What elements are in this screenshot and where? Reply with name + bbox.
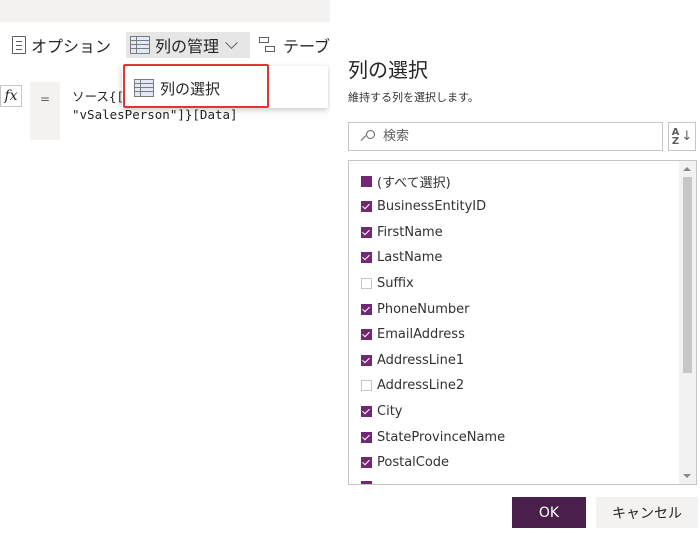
search-box [348,122,663,151]
sort-button[interactable]: A Z ↓ [668,122,696,151]
list-item[interactable]: Suffix [361,273,414,293]
ok-button[interactable]: OK [512,497,586,528]
list-item[interactable]: PostalCode [361,453,449,473]
sort-bottom-label: Z [671,135,680,147]
checkbox-checked-icon[interactable] [361,431,372,443]
scroll-up-icon[interactable] [683,167,691,171]
sort-az-icon: A Z [671,127,680,147]
menu-item-label: 列の選択 [160,79,221,98]
scrollbar-thumb[interactable] [683,177,692,373]
formula-equals: = [30,82,60,140]
checkbox-checked-icon[interactable] [361,354,372,366]
checkbox-checked-icon[interactable] [361,329,372,341]
list-item[interactable]: City [361,401,402,421]
dialog-title: 列の選択 [348,58,428,82]
arrow-down-icon: ↓ [681,129,693,144]
list-item-label: EmailAddress [377,327,465,343]
equals-label: = [39,92,51,106]
list-item[interactable]: EmailAddress [361,325,465,345]
column-list: (すべて選択) BusinessEntityID FirstName LastName… [348,160,697,485]
list-item-label: StateProvinceName [377,429,506,445]
list-item[interactable]: FirstName [361,222,443,242]
choose-columns-dialog: 列の選択 維持する列を選択します。 A Z ↓ (すべて選択) BusinessE… [330,0,700,533]
manage-columns-button[interactable]: 列の管理 [126,32,250,58]
list-item[interactable]: BusinessEntityID [361,197,486,217]
list-item-label: FirstName [377,224,443,240]
formula-line-2: "vSalesPerson"]}[Data] [72,107,238,122]
checkbox-checked-icon[interactable] [361,226,372,238]
checkbox-checked-icon[interactable] [361,252,372,264]
list-item-partial-checkbox [361,481,372,484]
list-item[interactable]: AddressLine1 [361,350,464,370]
list-item[interactable]: PhoneNumber [361,299,470,319]
list-item-label: PhoneNumber [377,301,470,317]
search-input[interactable] [381,128,645,145]
chevron-down-icon [225,35,238,49]
cancel-button[interactable]: キャンセル [596,497,698,528]
transform-icon [258,36,278,54]
list-item-label: Suffix [377,275,414,291]
list-item-label: LastName [377,250,443,266]
list-item-label: AddressLine2 [377,378,465,394]
options-label: オプション [31,37,112,56]
fx-icon[interactable]: fx [0,85,22,107]
list-item-label: (すべて選択) [377,175,451,191]
table-icon [130,36,150,54]
list-item-label: BusinessEntityID [377,199,487,215]
checkbox-checked-icon[interactable] [361,457,372,469]
manage-columns-label: 列の管理 [155,37,220,56]
list-item[interactable]: StateProvinceName [361,427,505,447]
table-icon [134,79,154,97]
checkbox-unchecked-icon[interactable] [361,380,372,392]
document-icon [12,36,26,54]
checkbox-unchecked-icon[interactable] [361,277,372,289]
dialog-subtitle: 維持する列を選択します。 [348,91,479,104]
list-item-label: AddressLine1 [377,352,465,368]
checkbox-checked-icon[interactable] [361,405,372,417]
fx-label: fx [4,88,18,104]
list-item[interactable]: LastName [361,248,442,268]
options-button[interactable]: オプション [12,32,111,58]
list-item[interactable]: (すべて選択) [361,171,451,191]
manage-columns-menu: 列の選択 [122,66,328,108]
menu-item-choose-columns[interactable]: 列の選択 [124,68,220,108]
checkbox-indeterminate-icon[interactable] [361,175,372,187]
list-item-label: PostalCode [377,455,450,471]
list-item-label: City [377,403,403,419]
scroll-down-icon[interactable] [683,474,691,478]
search-icon [361,129,375,144]
checkbox-checked-icon[interactable] [361,303,372,315]
list-item[interactable]: AddressLine2 [361,376,464,396]
scrollbar[interactable] [679,161,696,484]
checkbox-checked-icon[interactable] [361,201,372,213]
